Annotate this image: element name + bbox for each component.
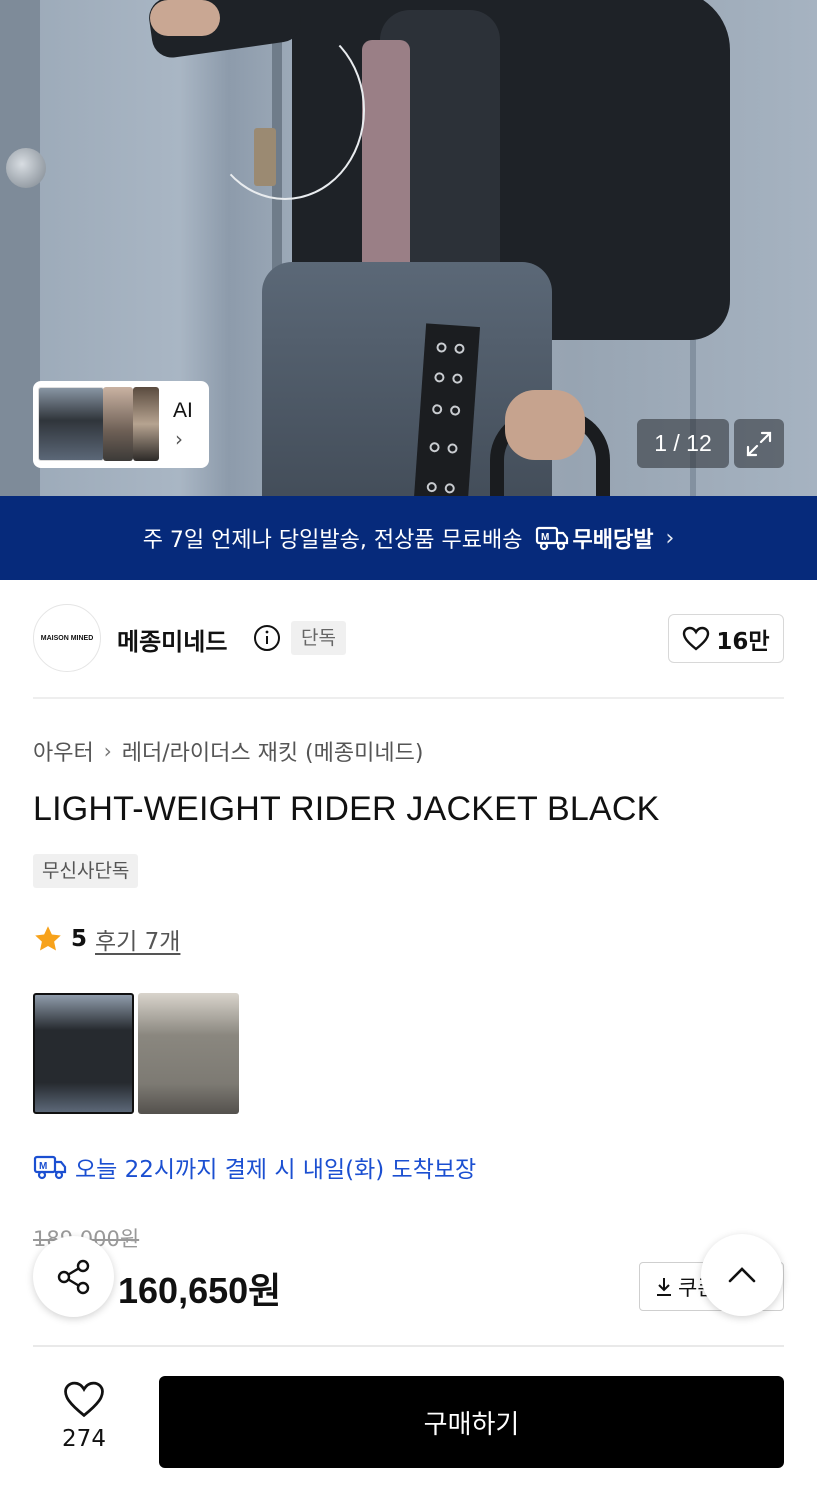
ai-thumbnail	[103, 387, 133, 461]
section-divider	[33, 1345, 784, 1347]
photo-door-knob	[6, 148, 46, 188]
rating-score: 5	[71, 926, 88, 952]
brand-exclusive-tag: 단독	[291, 621, 346, 655]
photo-hand-right	[505, 390, 585, 460]
wishlist-button[interactable]: 274	[44, 1380, 124, 1452]
sale-price: 160,650원	[118, 1270, 282, 1311]
banner-badge-label: 무배당발	[572, 528, 654, 553]
banner-text: 주 7일 언제나 당일발송, 전상품 무료배송	[142, 528, 523, 553]
rating-summary: 5 후기 7개	[33, 922, 180, 956]
truck-icon: M	[33, 1155, 67, 1180]
ai-similar-items-card[interactable]: AI ›	[33, 381, 209, 468]
svg-text:M: M	[39, 1161, 47, 1172]
wishlist-count: 274	[62, 1426, 106, 1452]
info-icon[interactable]	[253, 624, 281, 656]
breadcrumb: 아우터 › 레더/라이더스 재킷 (메종미네드)	[33, 735, 423, 767]
star-icon	[35, 926, 61, 951]
brand-like-count: 16만	[716, 628, 770, 655]
ai-label: AI	[173, 399, 193, 422]
delivery-text: 오늘 22시까지 결제 시 내일(화) 도착보장	[75, 1157, 477, 1183]
share-button[interactable]	[33, 1236, 114, 1317]
photo-hand	[150, 0, 220, 36]
brand-like-button[interactable]: 16만	[668, 614, 784, 663]
share-icon	[57, 1259, 89, 1294]
bottom-action-bar: 274 구매하기	[0, 1350, 817, 1500]
breadcrumb-item[interactable]: 레더/라이더스 재킷 (메종미네드)	[122, 735, 424, 767]
shipping-banner[interactable]: 주 7일 언제나 당일발송, 전상품 무료배송 M 무배당발 ›	[0, 496, 817, 580]
chevron-right-icon: ›	[175, 427, 183, 451]
photo-earphone-cord	[205, 20, 365, 200]
scroll-to-top-button[interactable]	[701, 1234, 783, 1316]
svg-text:M: M	[541, 532, 549, 543]
divider	[33, 697, 784, 699]
photo-shirt	[362, 40, 410, 290]
heart-icon	[64, 1381, 104, 1418]
same-day-badge: M 무배당발	[535, 522, 654, 554]
image-counter: 1 / 12	[637, 419, 729, 468]
buy-button[interactable]: 구매하기	[159, 1376, 784, 1468]
breadcrumb-item[interactable]: 아우터	[33, 735, 94, 767]
download-icon	[657, 1277, 671, 1296]
delivery-guarantee[interactable]: M 오늘 22시까지 결제 시 내일(화) 도착보장	[33, 1150, 476, 1184]
ai-thumbnail	[38, 387, 104, 461]
chevron-right-icon: ›	[103, 739, 112, 763]
brand-row: MAISON MINED 메종미네드 단독 16만	[33, 604, 784, 672]
brand-logo-text: MAISON MINED	[40, 634, 94, 642]
brand-logo[interactable]: MAISON MINED	[33, 604, 101, 672]
color-option-selected[interactable]	[33, 993, 134, 1114]
chevron-up-icon	[728, 1267, 756, 1283]
product-image-gallery[interactable]: AI › 1 / 12	[0, 0, 817, 496]
ai-thumbnail	[133, 387, 159, 461]
exclusive-tag: 무신사단독	[33, 854, 139, 888]
truck-icon: M	[535, 526, 568, 551]
review-count-link[interactable]: 후기 7개	[95, 922, 180, 956]
color-option[interactable]	[138, 993, 239, 1114]
heart-icon	[683, 626, 710, 651]
chevron-right-icon: ›	[665, 525, 675, 551]
expand-icon[interactable]	[734, 419, 784, 468]
product-title: LIGHT-WEIGHT RIDER JACKET BLACK	[33, 790, 660, 828]
brand-name[interactable]: 메종미네드	[117, 622, 227, 657]
